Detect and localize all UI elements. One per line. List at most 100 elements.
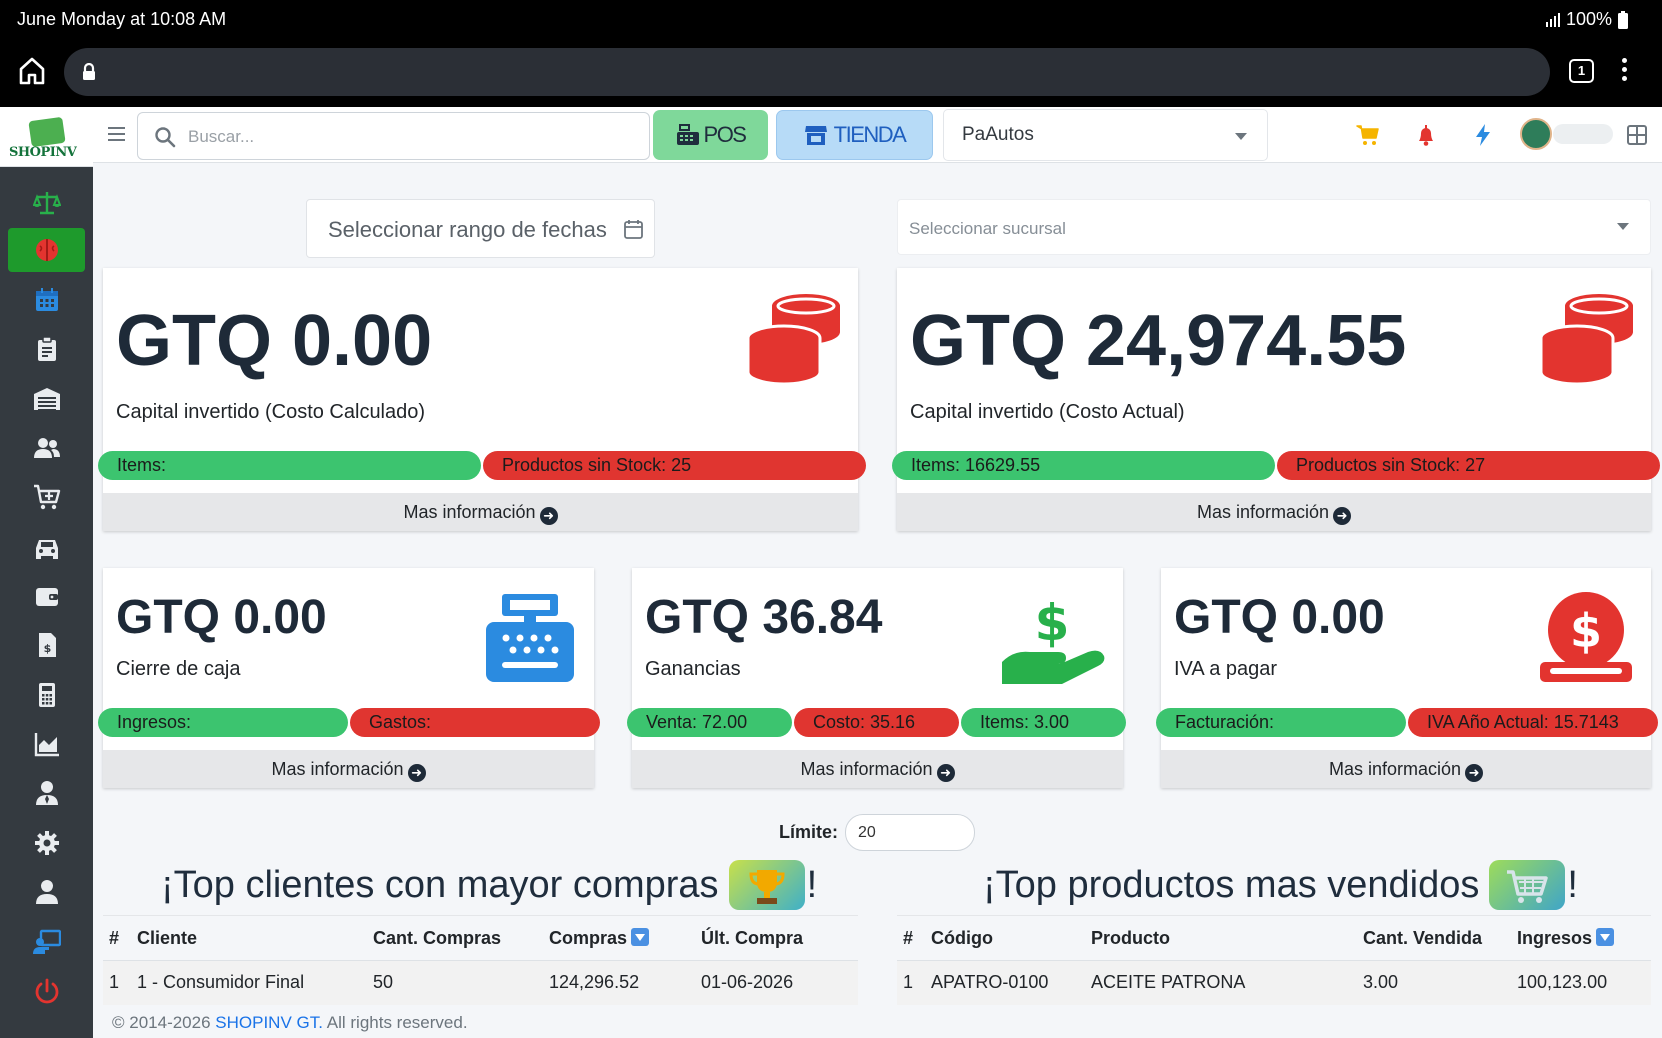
sidebar-item-warehouse[interactable] (8, 377, 85, 421)
more-info-link[interactable]: Mas información ➜ (1161, 750, 1651, 788)
sidebar-item-settings[interactable] (8, 821, 85, 865)
top-productos-title: ¡Top productos mas vendidos ! (983, 860, 1578, 910)
cash-register-icon (676, 124, 699, 145)
footer-rights: All rights reserved. (326, 1013, 468, 1032)
footer-copyright: © 2014-2026 (112, 1013, 211, 1032)
sidebar-item-calculator[interactable] (8, 673, 85, 717)
users-icon (33, 438, 60, 458)
avatar[interactable] (1520, 118, 1552, 150)
col-header-sortable[interactable]: Ingresos (1517, 915, 1651, 961)
status-time: June Monday at 10:08 AM (17, 9, 227, 29)
sidebar-item-purchases[interactable] (8, 475, 85, 519)
cell: 1 - Consumidor Final (131, 960, 373, 1005)
cell: 01-06-2026 (701, 960, 858, 1005)
sidebar-item-employees[interactable] (8, 771, 85, 815)
browser-toolbar: 1 (0, 38, 1662, 107)
cart-icon[interactable] (1356, 123, 1380, 147)
more-info-link[interactable]: Mas información ➜ (632, 750, 1123, 788)
lock-icon (83, 63, 95, 80)
pill-facturacion: Facturación: (1156, 708, 1406, 737)
username-blurred[interactable] (1553, 124, 1613, 144)
sidebar-item-logout[interactable] (8, 969, 85, 1013)
top-productos-exclaim: ! (1567, 863, 1578, 906)
pos-button[interactable]: POS (653, 110, 768, 160)
sidebar-item-wallet[interactable] (8, 574, 85, 618)
more-info-link[interactable]: Mas información ➜ (103, 750, 594, 788)
coins-icon (746, 294, 840, 384)
top-clientes-exclaim: ! (806, 863, 818, 906)
capital-calc-amount: GTQ 0.00 (116, 301, 433, 381)
sidebar-item-reports[interactable] (8, 722, 85, 766)
footer-brand-link[interactable]: SHOPINV GT. (215, 1013, 323, 1032)
col-header-label: Ingresos (1517, 927, 1593, 948)
home-icon[interactable] (18, 56, 46, 86)
arrow-right-circle-icon: ➜ (1465, 764, 1484, 782)
cell: 50 (373, 960, 549, 1005)
status-right: 100% (1545, 9, 1628, 30)
col-header: Últ. Compra (701, 915, 858, 961)
company-select[interactable]: PaAutos (943, 109, 1268, 161)
search-placeholder: Buscar... (188, 127, 255, 146)
bolt-icon[interactable] (1471, 123, 1495, 147)
sidebar-item-invoices[interactable]: $ (8, 623, 85, 667)
top-productos-table: # Código Producto Cant. Vendida Ingresos… (897, 915, 1651, 1005)
cell: 3.00 (1363, 960, 1517, 1005)
sidebar-item-orders[interactable] (8, 327, 85, 371)
cell: APATRO-0100 (925, 960, 1091, 1005)
apps-grid-icon[interactable] (1627, 125, 1647, 145)
hamburger-menu-icon[interactable] (108, 127, 125, 145)
brand-logo[interactable]: SHOPINV (0, 107, 93, 167)
pos-label: POS (703, 122, 747, 147)
cell: ACEITE PATRONA (1091, 960, 1363, 1005)
iva-amount: GTQ 0.00 (1174, 591, 1385, 644)
limit-input[interactable]: 20 (845, 814, 975, 851)
more-info-label: Mas información (1196, 502, 1330, 522)
search-input[interactable]: Buscar... (137, 112, 650, 160)
capital-actual-pills: Items: 16629.55 Productos sin Stock: 27 (892, 451, 1660, 480)
invoice-icon: $ (38, 633, 56, 657)
browser-menu-button[interactable] (1622, 58, 1628, 85)
sidebar-item-balance[interactable] (8, 181, 85, 225)
sidebar: SHOPINV $ (0, 107, 93, 1038)
more-info-label: Mas información (1328, 759, 1462, 779)
capital-actual-label: Capital invertido (Costo Actual) (910, 401, 1185, 423)
search-icon (155, 127, 176, 148)
tienda-button[interactable]: TIENDA (776, 110, 933, 160)
sidebar-item-dashboard[interactable] (8, 228, 85, 272)
arrow-right-circle-icon: ➜ (1333, 507, 1352, 525)
col-header: Producto (1091, 915, 1363, 961)
col-header-sortable[interactable]: Compras (549, 915, 701, 961)
ganancias-label: Ganancias (645, 658, 741, 680)
tab-switcher-button[interactable]: 1 (1569, 59, 1594, 83)
shopping-cart-icon (1489, 860, 1566, 910)
sidebar-item-training[interactable] (8, 920, 85, 964)
pill-products-no-stock: Productos sin Stock: 25 (483, 451, 866, 480)
pill-venta: Venta: 72.00 (627, 708, 792, 737)
sidebar-item-vehicles[interactable] (8, 525, 85, 569)
sort-desc-icon[interactable] (1596, 927, 1615, 946)
more-info-link[interactable]: Mas información ➜ (897, 493, 1651, 531)
more-info-link[interactable]: Mas información ➜ (103, 493, 858, 531)
sidebar-item-clients[interactable] (8, 426, 85, 470)
sort-desc-icon[interactable] (631, 927, 650, 946)
capital-calc-pills: Items: Productos sin Stock: 25 (98, 451, 866, 480)
bell-icon[interactable] (1414, 123, 1438, 147)
date-range-picker[interactable]: Seleccionar rango de fechas (306, 199, 655, 258)
arrow-right-circle-icon: ➜ (539, 507, 558, 525)
cash-register-icon (486, 594, 574, 682)
table-header-row: # Cliente Cant. Compras Compras Últ. Com… (103, 915, 858, 961)
branch-select[interactable]: Seleccionar sucursal (897, 199, 1651, 255)
sidebar-item-calendar[interactable] (8, 278, 85, 322)
table-row[interactable]: 1 APATRO-0100 ACEITE PATRONA 3.00 100,12… (897, 960, 1651, 1005)
warehouse-icon (33, 388, 60, 410)
cart-plus-icon (33, 484, 60, 510)
card-ganancias: GTQ 36.84 Ganancias $ Venta: 72.00 Costo… (627, 568, 1126, 788)
url-bar[interactable] (64, 48, 1550, 96)
logo-text: SHOPINV (9, 145, 77, 160)
col-header: Cant. Vendida (1363, 915, 1517, 961)
table-row[interactable]: 1 1 - Consumidor Final 50 124,296.52 01-… (103, 960, 858, 1005)
pill-items: Items: 3.00 (961, 708, 1126, 737)
pill-gastos: Gastos: (350, 708, 600, 737)
sidebar-item-profile[interactable] (8, 870, 85, 914)
store-icon (804, 126, 827, 145)
